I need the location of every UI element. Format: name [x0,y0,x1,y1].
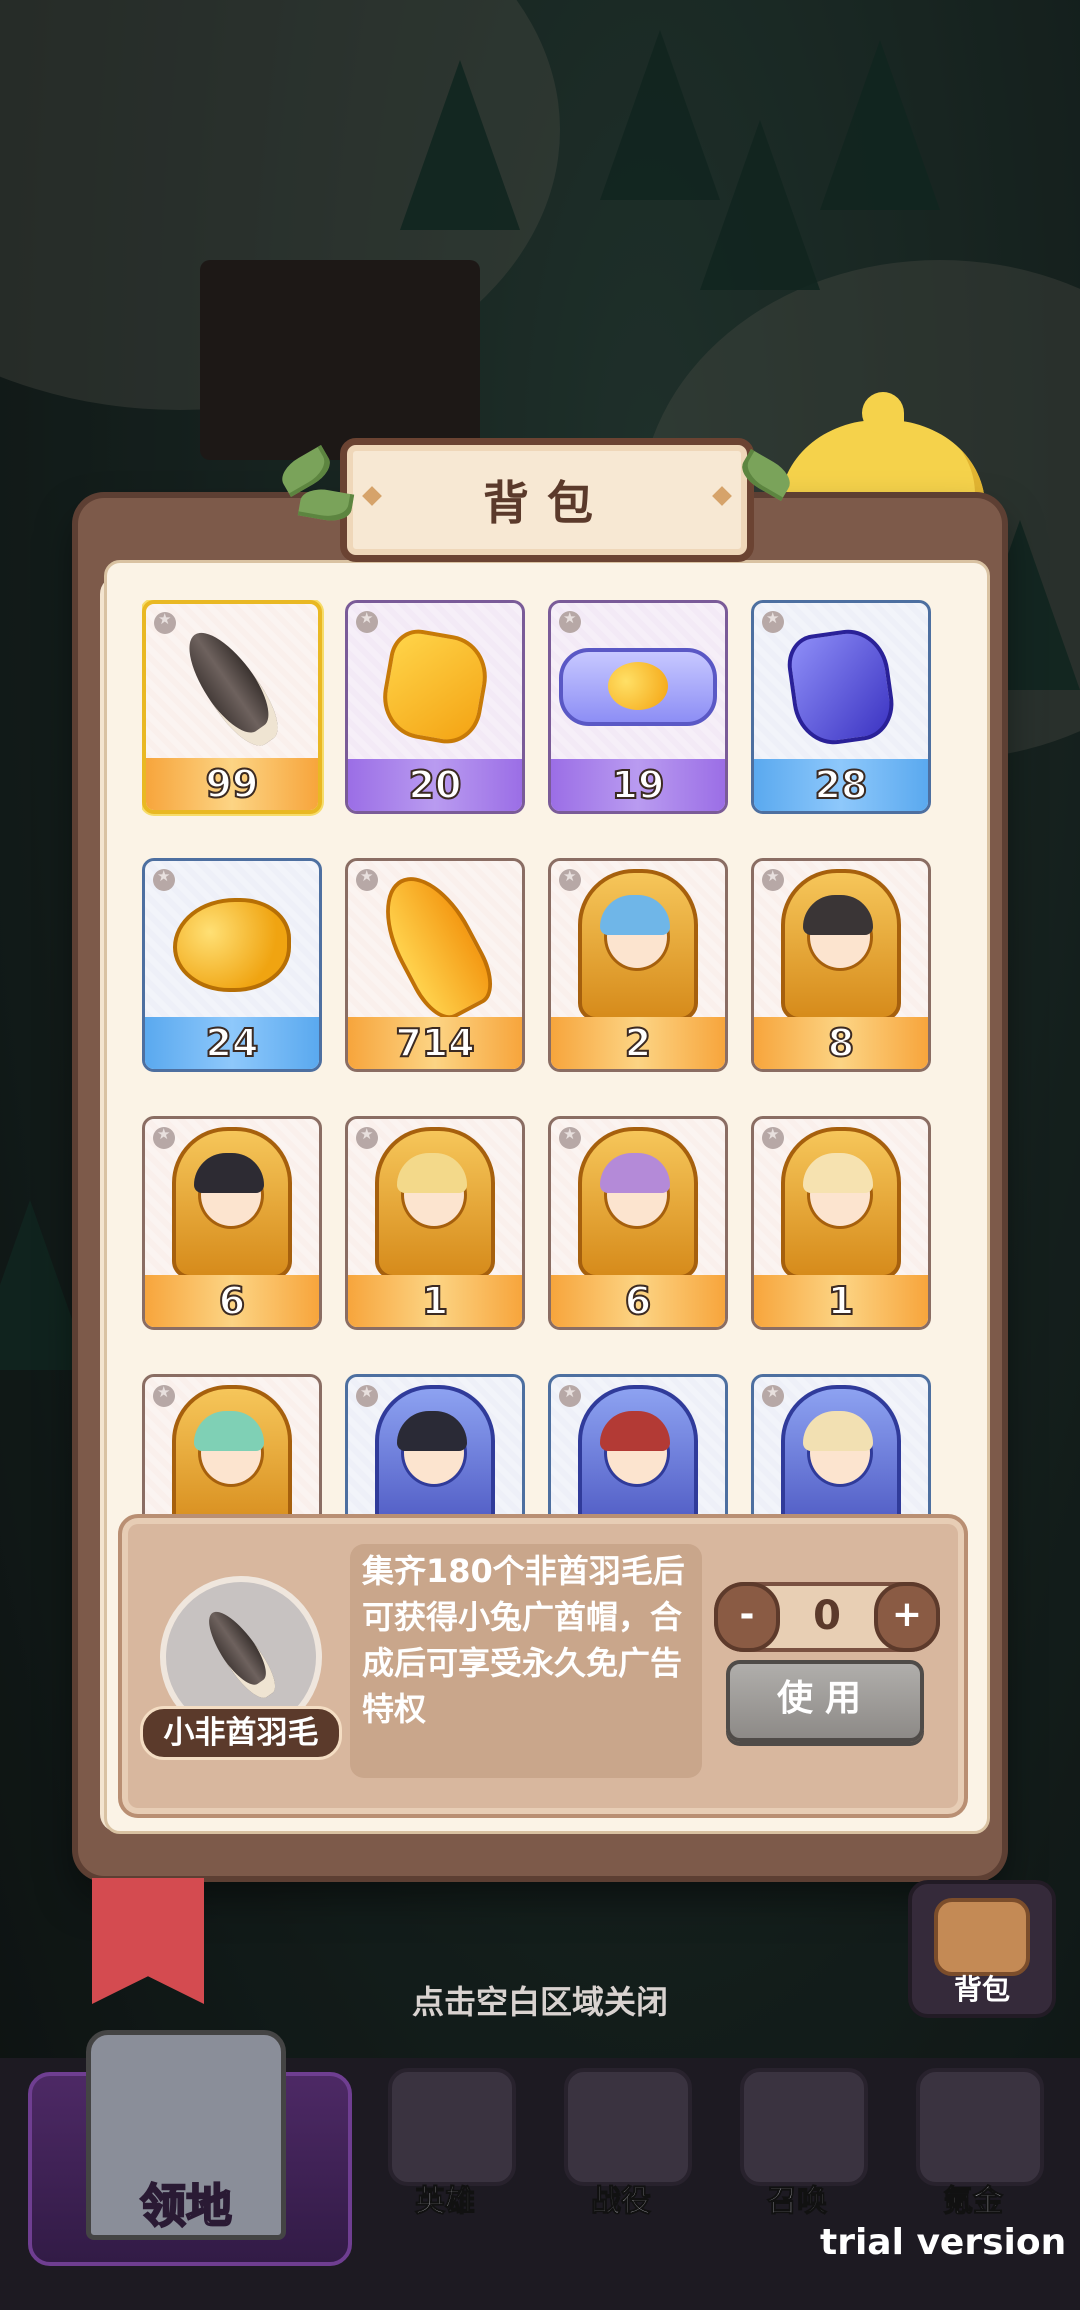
item-slot[interactable]: 99 [142,600,322,814]
hero-hair [600,1411,670,1451]
increase-button[interactable]: + [874,1582,940,1652]
item-slot[interactable]: 6 [142,1116,322,1330]
candy-icon [559,648,717,726]
hero-hair [803,1411,873,1451]
star-badge-icon [356,867,378,891]
item-count: 8 [754,1017,928,1069]
item-count: 1 [348,1275,522,1327]
chick-warrior-icon [564,2068,692,2186]
star-badge-icon [153,867,175,891]
hero-card-icon [172,1127,292,1279]
hero-hair [803,1153,873,1193]
selected-item-name: 小非酋羽毛 [140,1706,342,1760]
nav-label: 英雄 [415,2184,476,2220]
hero-hair [194,1153,264,1193]
item-slot[interactable] [751,1374,931,1520]
hero-card-icon [375,1385,495,1520]
item-slot[interactable]: 8 [751,858,931,1072]
hero-card-icon [172,1385,292,1520]
star-badge-icon [762,609,784,633]
hero-hair [803,895,873,935]
item-slot[interactable]: 19 [548,600,728,814]
item-slot[interactable]: 714 [345,858,525,1072]
summon-book-icon [740,2068,868,2186]
backpack-icon [934,1898,1030,1976]
star-badge-icon [762,1383,784,1407]
item-count: 6 [145,1275,319,1327]
hero-card-icon [781,869,901,1021]
golden-beans-icon [173,898,291,992]
item-slot[interactable]: 28 [751,600,931,814]
hero-hair [600,1153,670,1193]
treasure-chest-icon [916,2068,1044,2186]
hero-card-icon [578,1127,698,1279]
use-button[interactable]: 使用 [726,1660,924,1742]
hero-card-icon [781,1385,901,1520]
hero-hair [397,1153,467,1193]
star-badge-icon [356,1383,378,1407]
item-slot[interactable]: 1 [751,1116,931,1330]
star-badge-icon [762,867,784,891]
item-count: 20 [348,759,522,811]
item-grid: 99 20 19 28 24 714 2 [142,600,937,1520]
quantity-stepper: - 0 + [714,1582,940,1652]
star-badge-icon [559,609,581,633]
star-badge-icon [153,1383,175,1407]
quantity-value: 0 [813,1593,841,1639]
item-slot[interactable]: 6 [548,1116,728,1330]
star-badge-icon [559,1383,581,1407]
star-badge-icon [356,609,378,633]
nav-label: 召唤 [767,2184,828,2220]
item-count: 6 [551,1275,725,1327]
trial-watermark: trial version [820,2222,1067,2263]
item-slot[interactable]: 20 [345,600,525,814]
item-count: 1 [754,1275,928,1327]
nav-campaign[interactable]: 战役 [536,2058,706,2258]
spellbook-icon [388,2068,516,2186]
item-slot[interactable] [345,1374,525,1520]
hero-card-icon [578,869,698,1021]
nav-territory-label: 领地 [139,2178,233,2234]
hero-card-icon [578,1385,698,1520]
hero-card-icon [375,1127,495,1279]
item-slot[interactable]: 1 [345,1116,525,1330]
close-hint: 点击空白区域关闭 [411,1983,668,2021]
item-slot[interactable] [142,1374,322,1520]
item-slot[interactable]: 2 [548,858,728,1072]
star-badge-icon [154,610,176,634]
item-slot[interactable]: 24 [142,858,322,1072]
item-description: 集齐180个非酋羽毛后可获得小兔广酋帽，合成后可享受永久免广告特权 [362,1552,685,1728]
nav-heroes[interactable]: 英雄 [360,2058,530,2258]
hero-card-icon [781,1127,901,1279]
star-badge-icon [559,867,581,891]
nav-label: 战役 [591,2184,652,2220]
item-count: 24 [145,1017,319,1069]
hero-hair [194,1411,264,1451]
title-plate: 背包 [340,438,754,562]
decrease-button[interactable]: - [714,1582,780,1652]
item-count: 2 [551,1017,725,1069]
star-badge-icon [356,1125,378,1149]
star-badge-icon [559,1125,581,1149]
hero-hair [600,895,670,935]
star-badge-icon [153,1125,175,1149]
item-slot[interactable] [548,1374,728,1520]
feather-icon [198,1603,284,1705]
item-count: 714 [348,1017,522,1069]
star-badge-icon [762,1125,784,1149]
item-count: 19 [551,759,725,811]
item-count: 99 [146,758,318,810]
hero-hair [397,1411,467,1451]
panel-title: 背包 [483,476,611,530]
nav-label: 氪金 [943,2184,1004,2220]
item-count: 28 [754,759,928,811]
